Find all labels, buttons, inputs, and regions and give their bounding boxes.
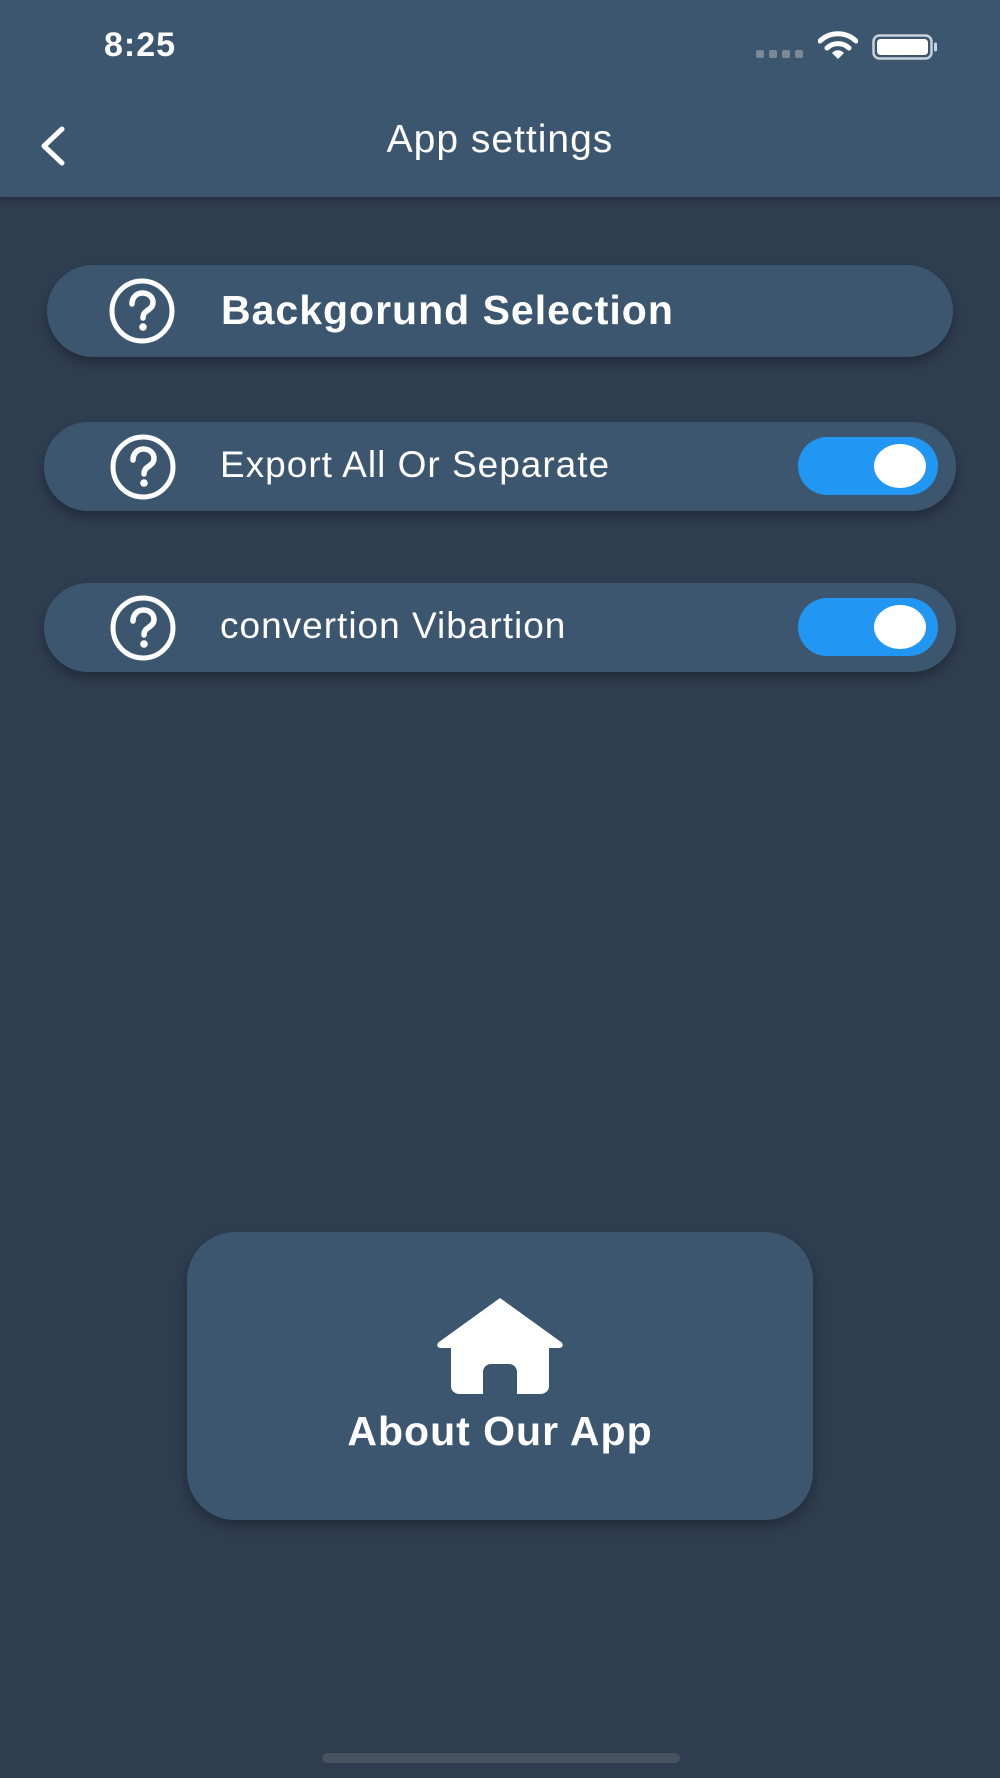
toggle-knob xyxy=(874,605,926,649)
setting-row-vibration: convertion Vibartion xyxy=(44,583,956,672)
header: 8:25 App settings xyxy=(0,0,1000,197)
page-title: App settings xyxy=(386,118,614,161)
help-circle-icon xyxy=(109,278,175,344)
setting-label: convertion Vibartion xyxy=(220,605,567,646)
setting-label: Backgorund Selection xyxy=(221,287,674,333)
help-circle-icon[interactable] xyxy=(109,433,177,501)
home-indicator xyxy=(322,1753,680,1763)
wifi-icon xyxy=(818,31,858,59)
setting-row-background-selection[interactable]: Backgorund Selection xyxy=(47,265,953,357)
home-icon xyxy=(437,1298,563,1394)
setting-row-export: Export All Or Separate xyxy=(44,422,956,511)
export-toggle[interactable] xyxy=(798,437,938,495)
signal-icon xyxy=(756,50,803,58)
help-circle-icon[interactable] xyxy=(109,594,177,662)
vibration-toggle[interactable] xyxy=(798,598,938,656)
about-label: About Our App xyxy=(347,1408,653,1454)
status-time: 8:25 xyxy=(104,26,177,64)
toggle-knob xyxy=(874,444,926,488)
setting-label: Export All Or Separate xyxy=(220,444,611,485)
battery-icon xyxy=(872,34,937,60)
about-our-app-button[interactable]: About Our App xyxy=(187,1232,813,1520)
app-settings-screen: 8:25 App settings Backgorund Selection E… xyxy=(0,0,1000,1778)
